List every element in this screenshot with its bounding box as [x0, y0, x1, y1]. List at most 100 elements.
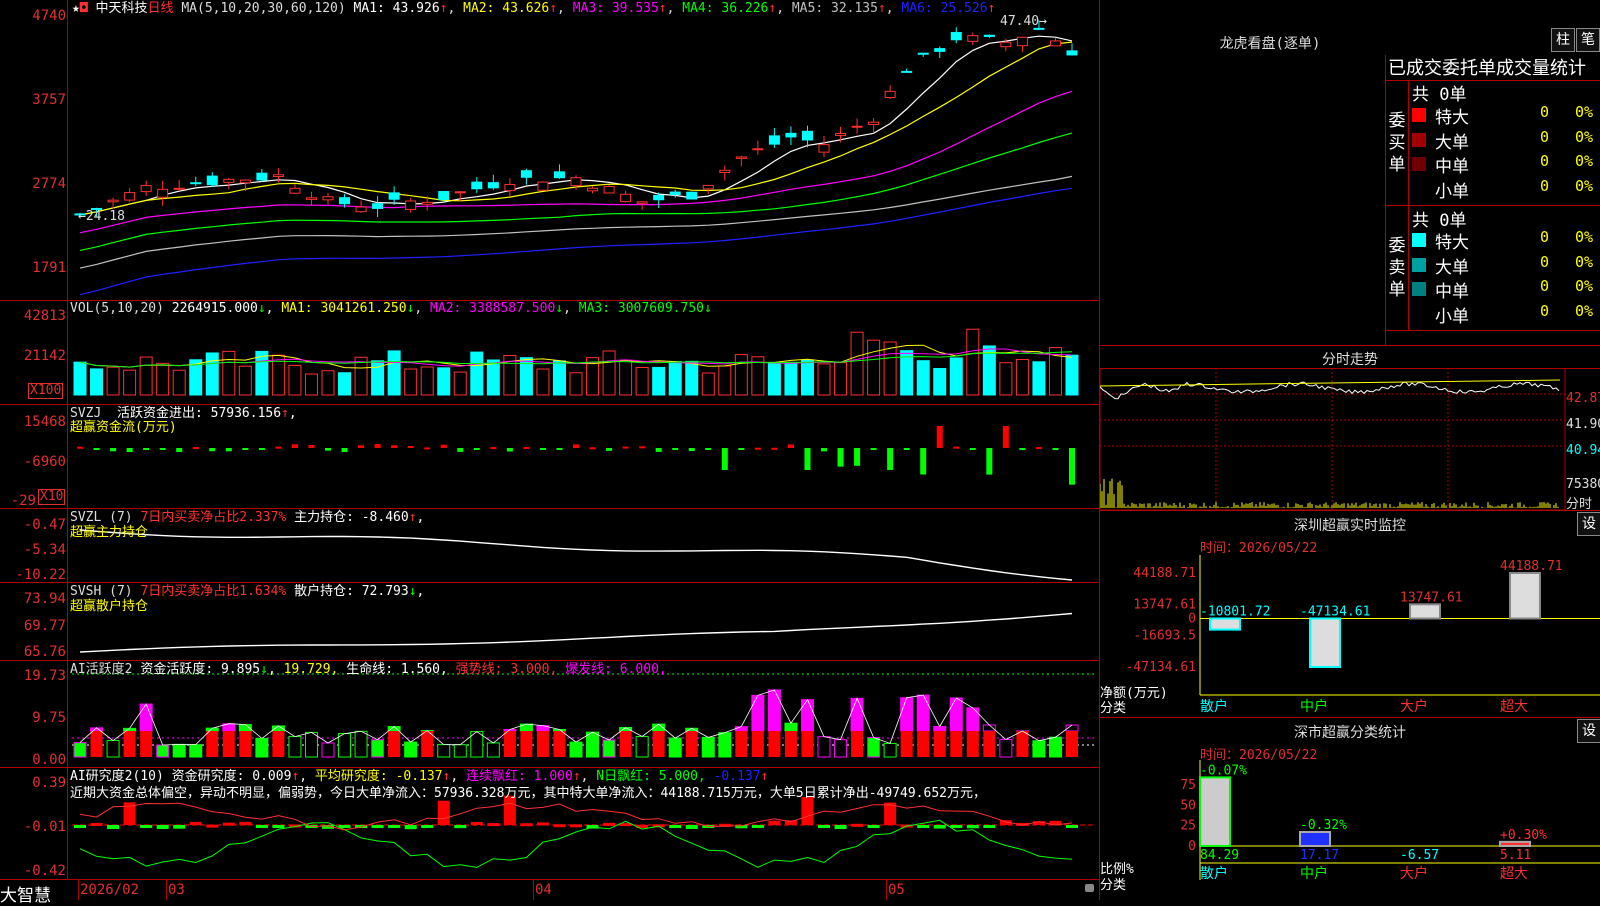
square-icon[interactable]: ◘: [80, 1, 88, 16]
activity-base-bar: [91, 731, 103, 757]
activity-bar: [140, 704, 152, 731]
candle-body: [521, 171, 531, 178]
activity-base-bar: [553, 731, 565, 757]
research-bar: [107, 825, 119, 829]
candle-body: [422, 202, 432, 204]
activity-base-bar: [223, 731, 235, 757]
candle-body: [191, 183, 201, 184]
activity-base-bar: [950, 731, 962, 757]
kline-chart-area[interactable]: ★◘ 中天科技日线 MA(5,10,20,30,60,120) MA1: 43.…: [0, 0, 1100, 900]
volume-bar: [851, 332, 863, 395]
activity-bar: [405, 742, 417, 757]
brand-label[interactable]: 大智慧: [0, 881, 51, 906]
fund-flow-bar: [342, 448, 348, 452]
separator: ,: [557, 1, 565, 16]
activity-bar: [851, 698, 863, 731]
candle-body: [257, 173, 267, 180]
activity-bar: [1049, 737, 1061, 757]
net-amount-bar: [1510, 573, 1540, 618]
sz-monitor-time: 时间：2026/05/22: [1200, 537, 1317, 556]
candle-body: [802, 131, 812, 140]
candle-body: [968, 36, 978, 42]
sell-order-label: 委卖单: [1388, 235, 1406, 301]
ma-value: MA2: 43.626: [455, 1, 549, 16]
volume-bar: [785, 362, 797, 395]
fund-flow-bar: [920, 448, 926, 475]
x-axis-label: 2026/02: [80, 883, 139, 898]
fund-flow-bar: [441, 445, 447, 448]
fund-flow-bar: [639, 446, 645, 448]
lock-icon[interactable]: [1085, 884, 1094, 892]
activity-base-bar: [140, 731, 152, 757]
activity-base-bar: [1066, 731, 1078, 757]
volume-bar: [405, 369, 417, 395]
activity-bar: [1000, 740, 1012, 757]
fund-flow-bar: [689, 448, 695, 451]
candle-body: [935, 49, 945, 52]
fund-flow-bar: [937, 426, 943, 448]
research-bar: [553, 824, 565, 827]
sz-monitor-chart[interactable]: 44188.7113747.610-16693.5-47134.61-10801…: [1100, 555, 1600, 715]
y-tick: 9.75: [0, 711, 66, 725]
order-color-swatch: [1412, 157, 1426, 171]
volume-bar: [1016, 359, 1028, 395]
candle-body: [951, 33, 961, 40]
y-tick: 25: [1180, 819, 1196, 834]
y-tick: 4740: [0, 9, 66, 23]
candle-body: [108, 200, 118, 202]
fund-flow-bar: [1003, 426, 1009, 448]
bar-value-label: -6.57: [1400, 848, 1439, 863]
stock-name[interactable]: 中天科技: [95, 1, 147, 16]
ai2-header: AI活跃度2 资金活跃度: 9.895↓, 19.729, 生命线: 1.560…: [70, 662, 667, 677]
bar-value-label: 84.29: [1200, 848, 1239, 863]
sz-class-settings-button[interactable]: 设: [1577, 719, 1600, 743]
activity-base-bar: [124, 731, 136, 757]
bar-value-label: 44188.71: [1500, 559, 1563, 574]
research-bar: [934, 825, 946, 829]
period-label[interactable]: 日线: [148, 1, 174, 16]
volume-bar: [818, 364, 830, 395]
fund-flow-bar: [160, 448, 166, 450]
kline-chart-canvas[interactable]: [0, 0, 1100, 900]
tick-mode-button[interactable]: 笔: [1576, 28, 1600, 52]
research-bar: [835, 825, 847, 829]
activity-bar: [454, 745, 466, 757]
intraday-chart[interactable]: [1100, 368, 1600, 510]
order-type: 小单: [1435, 177, 1469, 202]
star-icon[interactable]: ★: [72, 1, 80, 16]
fund-flow-bar: [226, 448, 232, 451]
candle-body: [373, 204, 383, 209]
volume-bar: [1000, 363, 1012, 395]
ma-line: [80, 176, 1072, 268]
sz-monitor-settings-button[interactable]: 设: [1577, 512, 1600, 536]
up-arrow-icon: ↑: [659, 1, 667, 16]
volume-bar: [669, 362, 681, 395]
activity-base-bar: [504, 731, 516, 757]
volume-bar: [454, 372, 466, 395]
activity-bar: [587, 732, 599, 757]
panel-divider: [0, 660, 1100, 661]
research-bar: [74, 825, 86, 828]
panel-divider: [0, 879, 1100, 880]
candle-body: [290, 188, 300, 193]
bar-mode-button[interactable]: 柱: [1551, 28, 1575, 52]
x-tick: [533, 880, 534, 900]
order-pct: 0%: [1575, 177, 1593, 195]
fund-flow-bar: [275, 447, 281, 449]
order-pct: 0%: [1575, 228, 1593, 246]
fund-flow-bar: [490, 447, 496, 449]
ma-value: MA3: 39.535: [565, 1, 659, 16]
vol-ma-value: MA2: 3388587.500: [422, 301, 555, 316]
order-color-swatch: [1412, 307, 1426, 321]
fund-flow-bar: [375, 444, 381, 448]
fund-flow-bar: [424, 447, 430, 449]
order-color-swatch: [1412, 133, 1426, 147]
volume-bar: [471, 352, 483, 395]
low-price-label: ←24.18: [78, 209, 125, 224]
order-pct: 0%: [1575, 103, 1593, 121]
ma-line: [80, 91, 1072, 232]
svzj-header: SVZJ 活跃资金进出: 57936.156↑,: [70, 406, 297, 421]
sz-class-chart[interactable]: 7550250-0.07%84.29散户-0.32%17.17中户-6.57大户…: [1100, 760, 1600, 900]
activity-bar: [669, 738, 681, 757]
intraday-price: 40.94: [1566, 443, 1600, 458]
